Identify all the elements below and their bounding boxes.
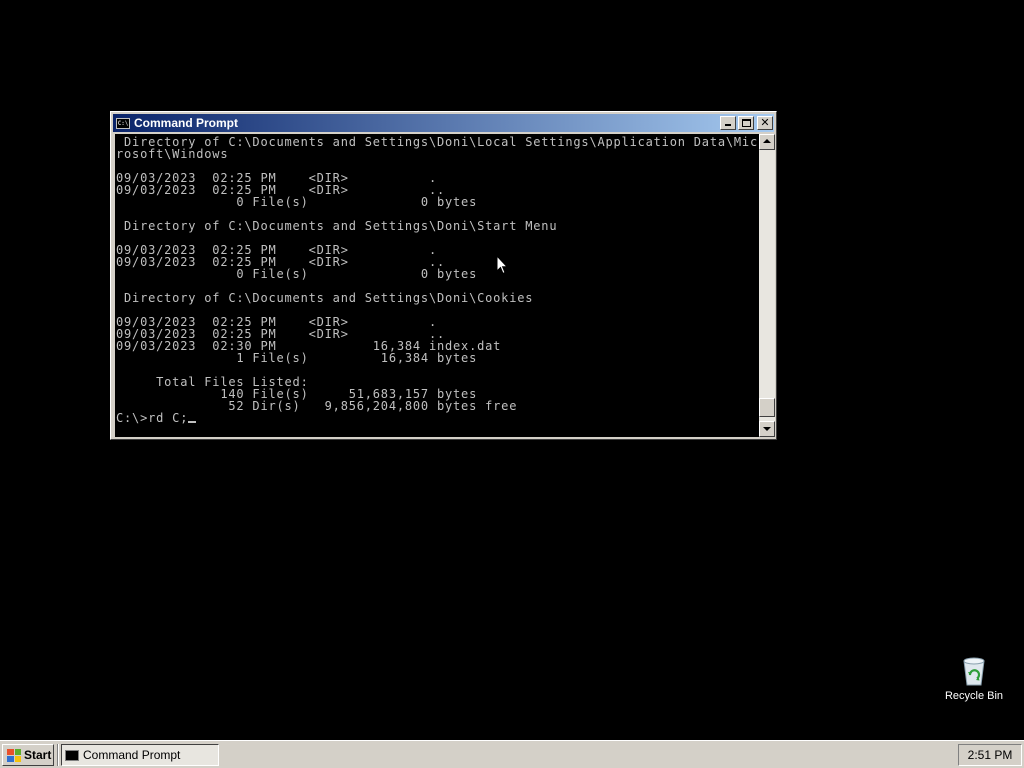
taskbar-item-command-prompt[interactable]: Command Prompt — [61, 744, 219, 766]
console-icon: C:\ — [116, 117, 130, 129]
logo-quadrant — [14, 755, 21, 762]
scrollbar-thumb[interactable] — [759, 398, 775, 417]
logo-quadrant — [7, 755, 14, 762]
title-bar[interactable]: C:\ Command Prompt ✕ — [113, 114, 774, 132]
arrow-down-icon — [763, 427, 771, 431]
scroll-up-button[interactable] — [759, 134, 775, 150]
close-button[interactable]: ✕ — [757, 116, 773, 130]
console-area[interactable]: Directory of C:\Documents and Settings\D… — [115, 134, 775, 437]
logo-quadrant — [7, 748, 14, 755]
maximize-icon — [742, 119, 751, 127]
logo-quadrant — [14, 748, 21, 755]
console-output[interactable]: Directory of C:\Documents and Settings\D… — [116, 135, 758, 425]
window-controls: ✕ — [718, 116, 773, 130]
minimize-button[interactable] — [720, 116, 736, 130]
text-cursor — [188, 421, 197, 423]
command-prompt-line[interactable]: C:\>rd C; — [116, 411, 188, 425]
taskbar-separator — [57, 744, 59, 766]
close-icon: ✕ — [760, 116, 770, 129]
start-label: Start — [24, 748, 52, 762]
window-title: Command Prompt — [134, 116, 239, 130]
command-prompt-window[interactable]: C:\ Command Prompt ✕ Directory of C:\Doc… — [110, 111, 777, 440]
recycle-bin-label: Recycle Bin — [944, 690, 1004, 702]
taskbar-item-label: Command Prompt — [83, 748, 181, 762]
mouse-pointer-icon — [496, 255, 508, 275]
clock[interactable]: 2:51 PM — [968, 748, 1013, 762]
vertical-scrollbar[interactable] — [759, 134, 775, 437]
system-tray: 2:51 PM — [958, 744, 1022, 766]
start-button[interactable]: Start — [2, 744, 54, 766]
console-icon — [65, 749, 79, 761]
scroll-down-button[interactable] — [759, 421, 775, 437]
taskbar: Start Command Prompt 2:51 PM — [0, 740, 1024, 768]
minimize-icon — [725, 124, 731, 126]
maximize-button[interactable] — [738, 116, 754, 130]
console-history: Directory of C:\Documents and Settings\D… — [116, 135, 758, 413]
recycle-bin[interactable]: Recycle Bin — [940, 655, 1008, 702]
recycle-bin-icon — [963, 657, 985, 686]
arrow-up-icon — [763, 139, 771, 143]
windows-logo-icon — [7, 748, 21, 762]
